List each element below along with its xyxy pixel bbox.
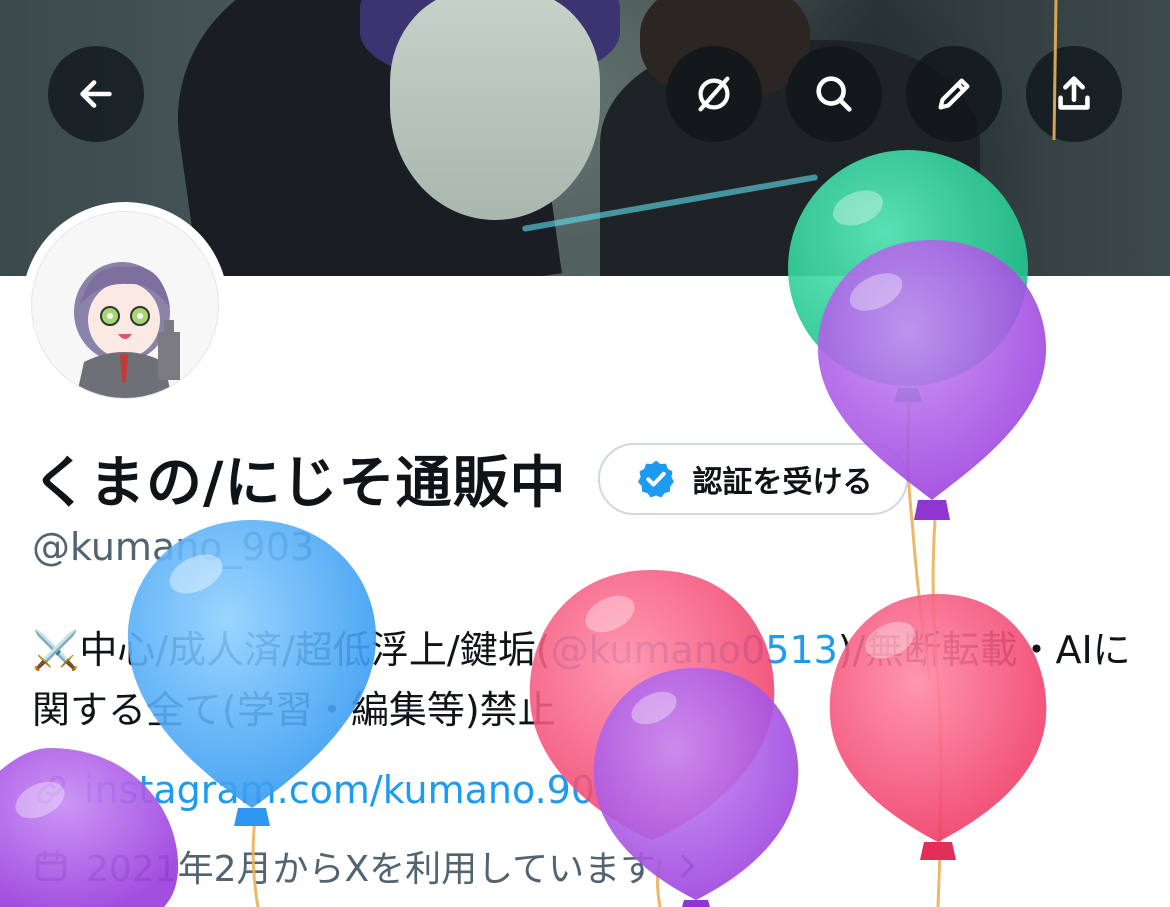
lens-off-icon <box>698 76 730 112</box>
website-link[interactable]: instagram.com/kumano.903?... <box>84 768 676 812</box>
arrow-left-icon <box>80 80 112 108</box>
grok-button[interactable] <box>666 46 762 142</box>
avatar-image <box>31 211 219 399</box>
user-handle: @kumano_903 <box>32 525 315 569</box>
share-button[interactable] <box>1026 46 1122 142</box>
search-icon <box>816 76 852 112</box>
joined-date-row[interactable]: 2021年2月からXを利用しています <box>32 840 704 892</box>
search-button[interactable] <box>786 46 882 142</box>
verified-badge-icon <box>638 460 675 498</box>
bio-mention-link[interactable]: @kumano0513 <box>551 628 838 672</box>
website-row: instagram.com/kumano.903?... <box>32 768 676 812</box>
edit-button[interactable] <box>906 46 1002 142</box>
display-name: くまの/にじそ通販中 <box>32 451 567 516</box>
banner-face <box>390 0 600 220</box>
link-icon <box>37 776 65 804</box>
chevron-right-icon <box>681 854 695 878</box>
bio-text-start: ⚔️中心/成人済/超低浮上/鍵垢( <box>32 628 551 672</box>
avatar[interactable] <box>22 202 228 408</box>
get-verified-label: 認証を受ける <box>692 464 873 500</box>
joined-date-text: 2021年2月からXを利用しています <box>86 849 657 890</box>
share-icon <box>1058 76 1090 110</box>
bio: ⚔️中心/成人済/超低浮上/鍵垢(@kumano0513)/無断転載・AIに関す… <box>32 620 1142 740</box>
get-verified-button[interactable]: 認証を受ける <box>598 442 909 515</box>
back-button[interactable] <box>48 46 144 142</box>
calendar-icon <box>35 850 67 882</box>
pencil-icon <box>938 78 970 110</box>
